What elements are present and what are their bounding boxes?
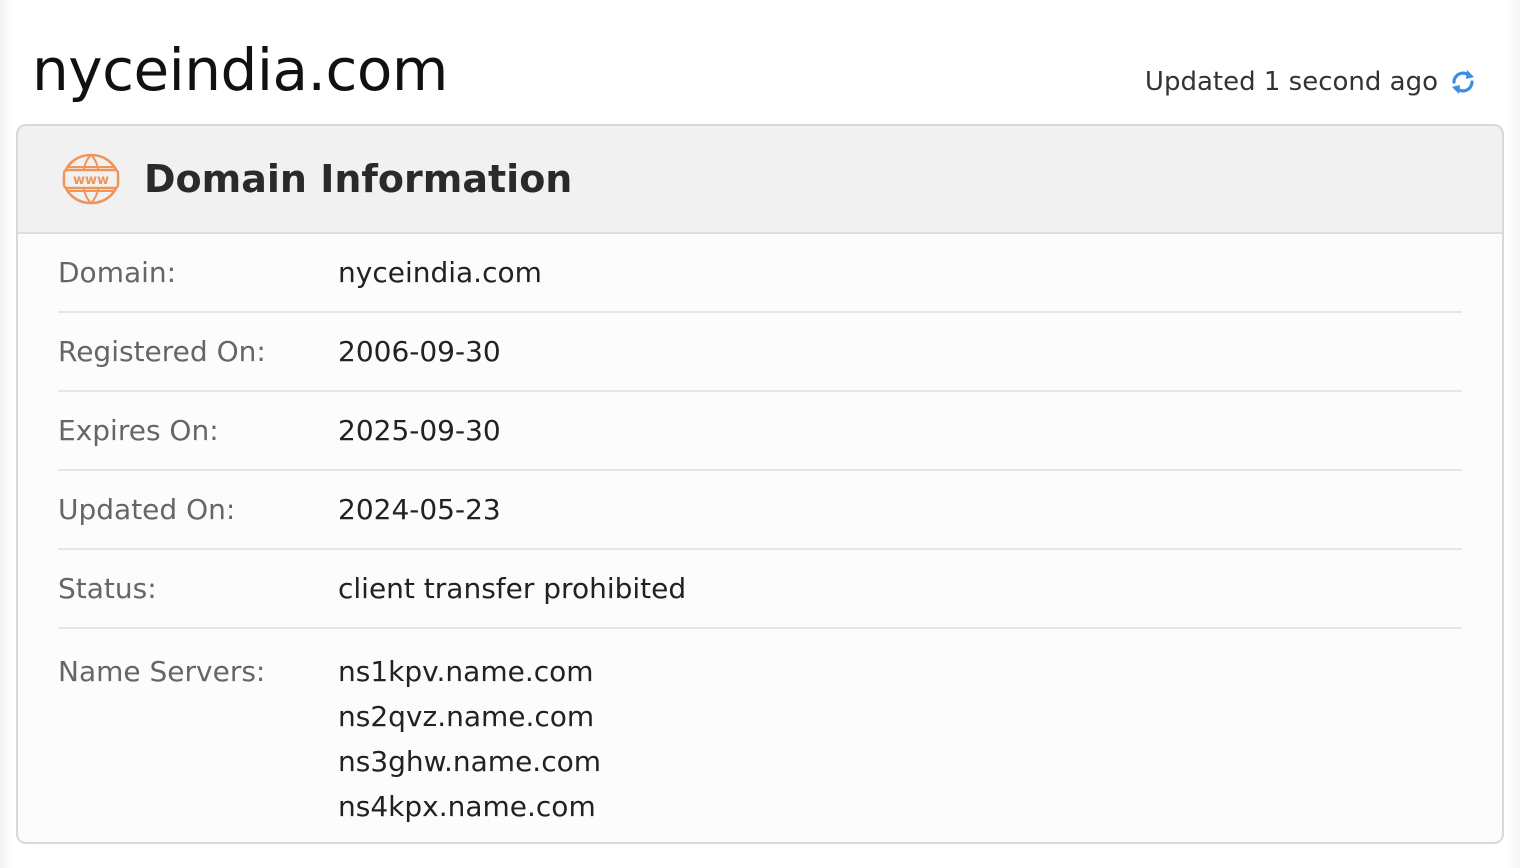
- card-title: Domain Information: [144, 157, 573, 201]
- row-domain: Domain: nyceindia.com: [58, 234, 1462, 313]
- status-value: client transfer prohibited: [338, 572, 687, 605]
- name-servers-list: ns1kpv.name.com ns2qvz.name.com ns3ghw.n…: [338, 649, 601, 829]
- row-expires-on: Expires On: 2025-09-30: [58, 392, 1462, 471]
- card-header: www Domain Information: [18, 126, 1502, 234]
- domain-information-card: www Domain Information Domain: nyceindia…: [16, 124, 1504, 844]
- status-label: Status:: [58, 572, 157, 605]
- row-registered-on: Registered On: 2006-09-30: [58, 313, 1462, 392]
- updated-text: Updated 1 second ago: [1144, 67, 1438, 97]
- registered-on-label: Registered On:: [58, 335, 266, 368]
- row-status: Status: client transfer prohibited: [58, 550, 1462, 629]
- name-server-item: ns2qvz.name.com: [338, 700, 595, 733]
- refresh-icon[interactable]: [1446, 65, 1480, 99]
- name-server-item: ns3ghw.name.com: [338, 745, 602, 778]
- domain-label: Domain:: [58, 256, 177, 289]
- expires-on-label: Expires On:: [58, 414, 219, 447]
- page: nyceindia.com Updated 1 second ago www D…: [0, 0, 1520, 868]
- updated-status: Updated 1 second ago: [1145, 62, 1480, 102]
- www-icon-label: www: [73, 173, 109, 188]
- www-icon: www: [60, 151, 122, 207]
- domain-value: nyceindia.com: [338, 256, 542, 289]
- row-updated-on: Updated On: 2024-05-23: [58, 471, 1462, 550]
- registered-on-value: 2006-09-30: [338, 335, 501, 368]
- page-title: nyceindia.com: [32, 36, 448, 104]
- updated-on-value: 2024-05-23: [338, 493, 501, 526]
- updated-on-label: Updated On:: [58, 493, 236, 526]
- row-name-servers: Name Servers: ns1kpv.name.com ns2qvz.nam…: [58, 629, 1462, 829]
- name-server-item: ns1kpv.name.com: [338, 655, 594, 688]
- expires-on-value: 2025-09-30: [338, 414, 501, 447]
- name-servers-label: Name Servers:: [58, 655, 266, 688]
- name-server-item: ns4kpx.name.com: [338, 790, 596, 823]
- info-rows: Domain: nyceindia.com Registered On: 200…: [18, 234, 1502, 829]
